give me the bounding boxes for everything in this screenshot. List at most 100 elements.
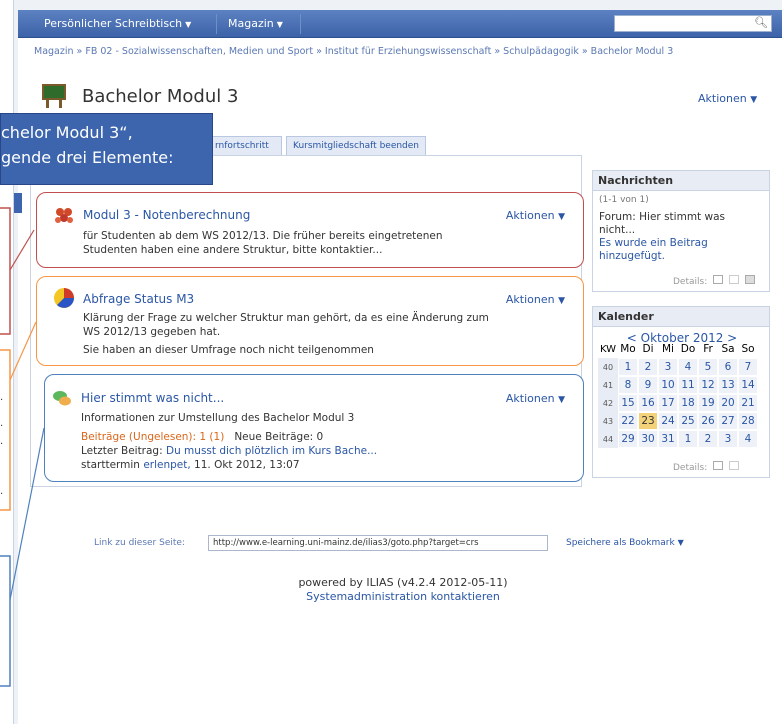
- calendar-day[interactable]: 5: [698, 358, 718, 376]
- calendar-day[interactable]: 24: [658, 412, 678, 430]
- calendar-header: KW: [599, 343, 617, 355]
- details-view-icon[interactable]: [728, 275, 739, 284]
- item-description: Klärung der Frage zu welcher Struktur ma…: [83, 312, 489, 324]
- calendar-header: Di: [642, 343, 654, 355]
- calendar-details: Details:: [673, 461, 739, 473]
- item-description: für Studenten ab dem WS 2012/13. Die frü…: [83, 230, 443, 242]
- calendar-week-number: 43: [598, 412, 618, 430]
- item-actions-button[interactable]: Aktionen ▼: [506, 293, 565, 306]
- calendar-day[interactable]: 30: [638, 430, 658, 448]
- details-view-icon[interactable]: [744, 275, 755, 284]
- calendar-header: Mi: [662, 343, 674, 355]
- calendar-title: Kalender: [593, 307, 769, 327]
- chevron-down-icon: ▼: [677, 538, 684, 547]
- details-view-icon[interactable]: [713, 461, 724, 470]
- annotation-dot: .: [0, 436, 3, 447]
- calendar-day[interactable]: 8: [618, 376, 638, 394]
- file-icon: [53, 205, 75, 227]
- calendar-day[interactable]: 7: [738, 358, 758, 376]
- calendar-day[interactable]: 1: [618, 358, 638, 376]
- details-view-icon[interactable]: [713, 275, 724, 284]
- survey-icon: [53, 287, 75, 309]
- item-status: Sie haben an dieser Umfrage noch nicht t…: [83, 344, 374, 356]
- details-label: Details:: [673, 277, 708, 287]
- calendar-day[interactable]: 29: [618, 430, 638, 448]
- calendar-day[interactable]: 18: [678, 394, 698, 412]
- calendar-day[interactable]: 11: [678, 376, 698, 394]
- calendar-header: So: [741, 343, 755, 355]
- calendar-day[interactable]: 14: [738, 376, 758, 394]
- last-post-link[interactable]: Du musst dich plötzlich im Kurs Bache...: [166, 445, 377, 457]
- item-actions-button[interactable]: Aktionen ▼: [506, 392, 565, 405]
- calendar-day[interactable]: 23: [638, 412, 658, 430]
- calendar-day[interactable]: 1: [678, 430, 698, 448]
- calendar-day[interactable]: 19: [698, 394, 718, 412]
- news-link[interactable]: hinzugefügt.: [599, 250, 725, 263]
- calendar-day[interactable]: 6: [718, 358, 738, 376]
- calendar-day[interactable]: 9: [638, 376, 658, 394]
- calendar-day[interactable]: 12: [698, 376, 718, 394]
- details-view-icon[interactable]: [728, 461, 739, 470]
- calendar-week-row: 40 1 2 3 4 5 6 7: [598, 358, 758, 376]
- calendar-day[interactable]: 25: [678, 412, 698, 430]
- calendar-day[interactable]: 10: [658, 376, 678, 394]
- news-text-line: Forum: Hier stimmt was: [599, 211, 725, 223]
- calendar-week-row: 44 29 30 31 1 2 3 4: [598, 430, 758, 448]
- calendar-day[interactable]: 4: [738, 430, 758, 448]
- calendar-day[interactable]: 20: [718, 394, 738, 412]
- calendar-week-number: 42: [598, 394, 618, 412]
- calendar-day[interactable]: 16: [638, 394, 658, 412]
- annotation-arrow-blue: [9, 427, 45, 601]
- calendar-day[interactable]: 4: [678, 358, 698, 376]
- permalink-field[interactable]: http://www.e-learning.uni-mainz.de/ilias…: [208, 535, 548, 551]
- post-date: 11. Okt 2012, 13:07: [194, 459, 300, 471]
- unread-count[interactable]: Beiträge (Ungelesen): 1 (1): [81, 431, 224, 443]
- item-modul-3-notenberechnung: Modul 3 - Notenberechnung Aktionen ▼ für…: [36, 192, 584, 268]
- bookmark-button[interactable]: Speichere als Bookmark ▼: [566, 538, 684, 548]
- item-title-link[interactable]: Hier stimmt was nicht...: [81, 391, 224, 405]
- calendar-week-number: 40: [598, 358, 618, 376]
- starter-link[interactable]: erlenpet,: [143, 459, 190, 471]
- item-abfrage-status-m3: Abfrage Status M3 Aktionen ▼ Klärung der…: [36, 276, 584, 366]
- item-description: Studenten haben eine andere Struktur, bi…: [83, 244, 383, 256]
- item-last-post: Letzter Beitrag: Du musst dich plötzlich…: [81, 444, 377, 458]
- calendar-day[interactable]: 3: [658, 358, 678, 376]
- calendar-header: Mo: [620, 343, 636, 355]
- calendar-day[interactable]: 27: [718, 412, 738, 430]
- calendar-header: Sa: [721, 343, 735, 355]
- item-actions-button[interactable]: Aktionen ▼: [506, 209, 565, 222]
- calendar-week-row: 42 15 16 17 18 19 20 21: [598, 394, 758, 412]
- calendar-day[interactable]: 31: [658, 430, 678, 448]
- permalink-label: Link zu dieser Seite:: [94, 538, 185, 548]
- calendar-day[interactable]: 26: [698, 412, 718, 430]
- item-title-link[interactable]: Abfrage Status M3: [83, 292, 194, 306]
- calendar-day[interactable]: 2: [698, 430, 718, 448]
- calendar-day[interactable]: 3: [718, 430, 738, 448]
- news-link[interactable]: Es wurde ein Beitrag: [599, 237, 725, 250]
- calendar-day[interactable]: 21: [738, 394, 758, 412]
- starter-label: starttermin: [81, 459, 140, 471]
- calendar-week-row: 43 22 23 24 25 26 27 28: [598, 412, 758, 430]
- calendar-day[interactable]: 13: [718, 376, 738, 394]
- annotation-dot: .: [0, 486, 3, 497]
- item-description: Informationen zur Umstellung des Bachelo…: [81, 412, 355, 424]
- news-text: Forum: Hier stimmt was nicht... Es wurde…: [599, 211, 725, 263]
- calendar-day[interactable]: 15: [618, 394, 638, 412]
- calendar-day[interactable]: 22: [618, 412, 638, 430]
- calendar-header-row: KW Mo Di Mi Do Fr Sa So: [598, 340, 758, 358]
- calendar-day[interactable]: 17: [658, 394, 678, 412]
- news-count: (1-1 von 1): [599, 195, 649, 205]
- annotation-dot: .: [0, 392, 3, 403]
- chevron-down-icon: ▼: [558, 395, 565, 405]
- news-text-line: nicht...: [599, 224, 636, 236]
- item-title-link[interactable]: Modul 3 - Notenberechnung: [83, 208, 250, 222]
- sysadmin-link[interactable]: Systemadministration kontaktieren: [238, 590, 568, 603]
- calendar-day[interactable]: 28: [738, 412, 758, 430]
- calendar-week-row: 41 8 9 10 11 12 13 14: [598, 376, 758, 394]
- calendar-day[interactable]: 2: [638, 358, 658, 376]
- calendar-week-number: 41: [598, 376, 618, 394]
- new-posts-count: Neue Beiträge: 0: [234, 431, 324, 443]
- actions-label: Aktionen: [505, 209, 555, 222]
- bookmark-label: Speichere als Bookmark: [566, 538, 675, 548]
- details-label: Details:: [673, 463, 708, 473]
